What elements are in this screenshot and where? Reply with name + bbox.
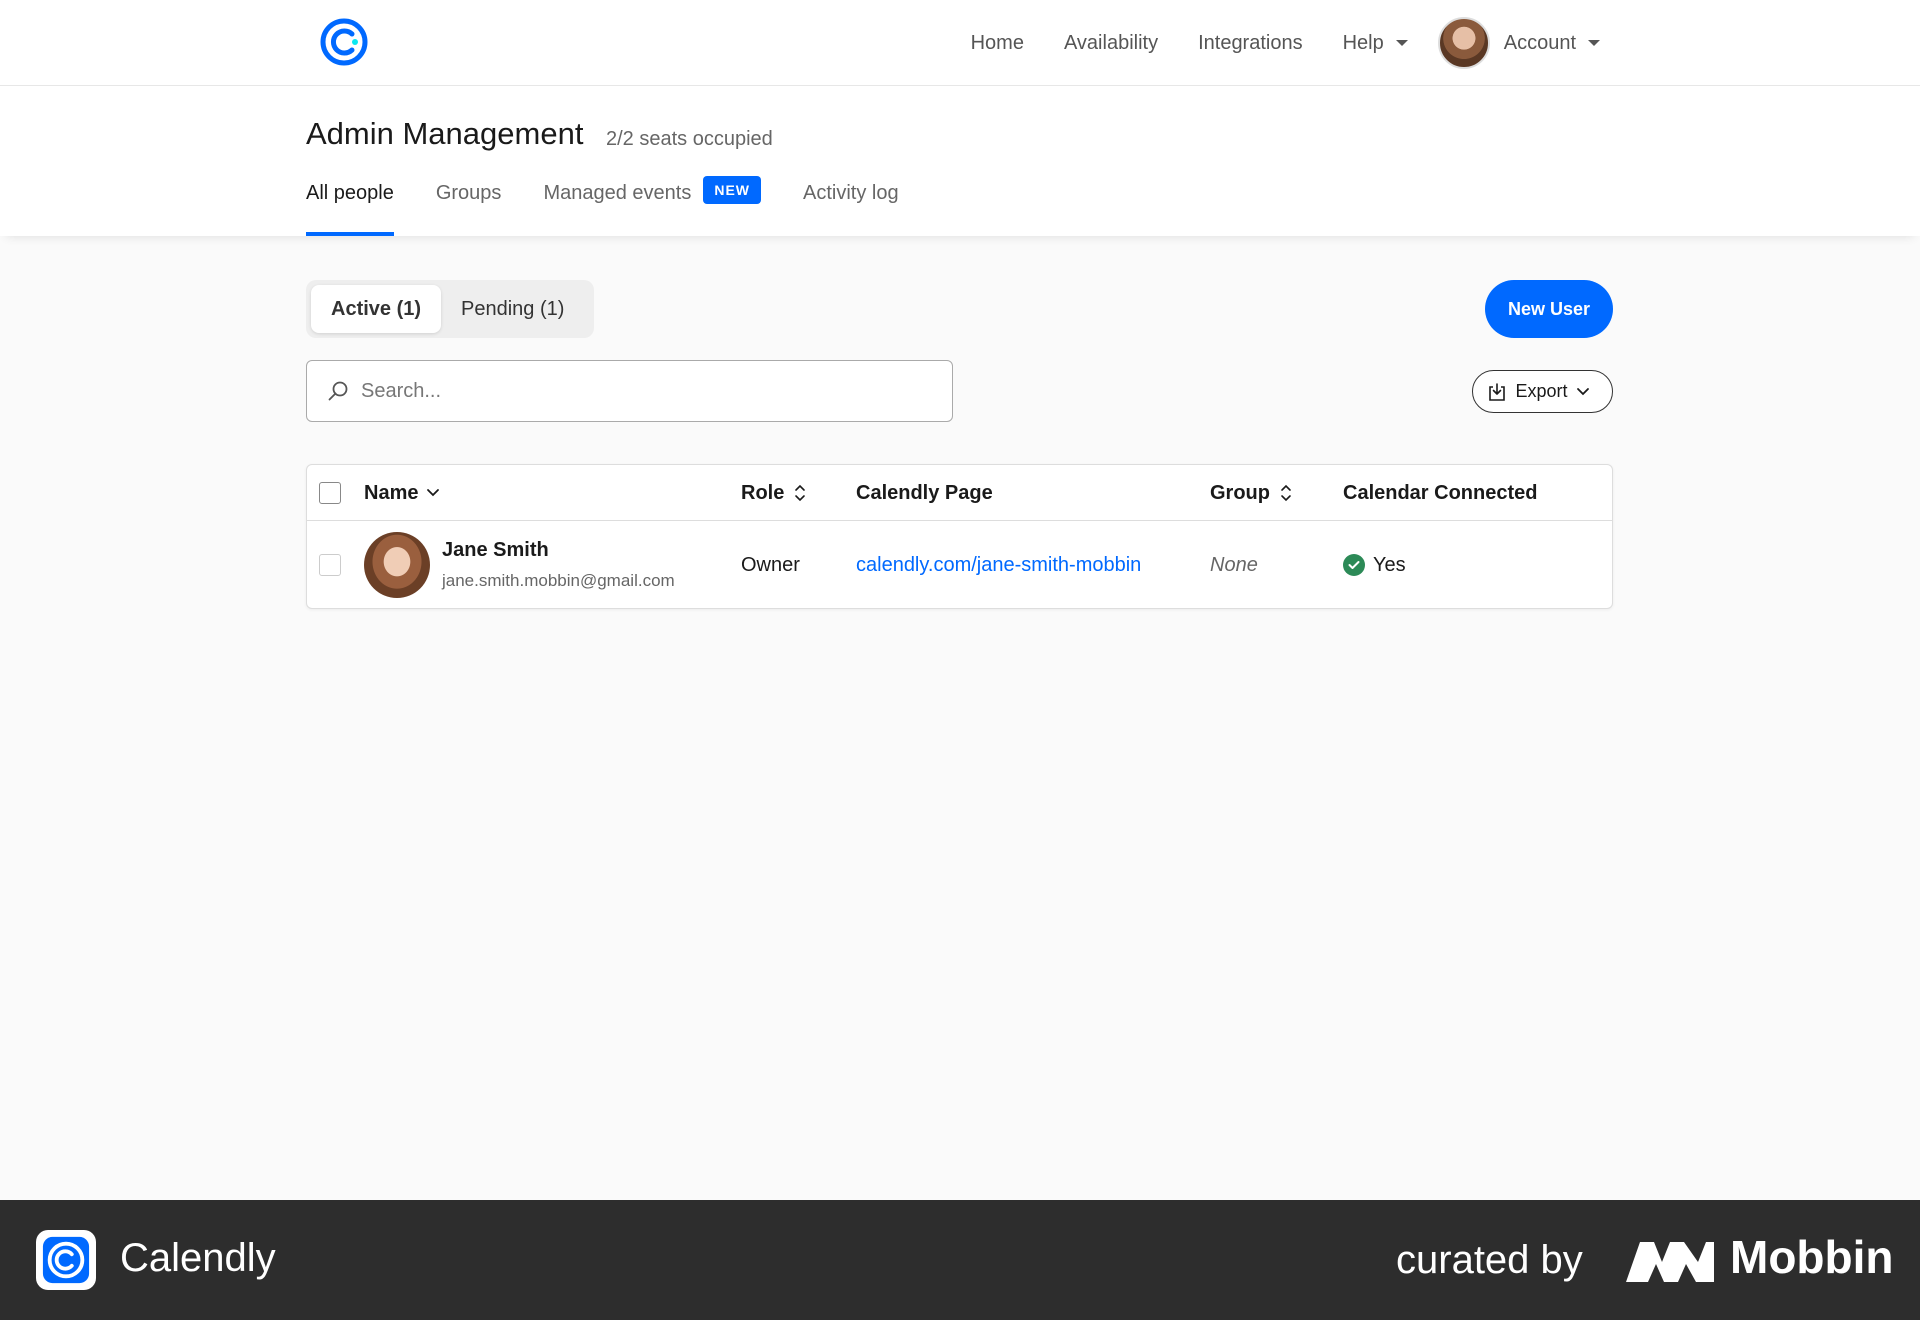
nav-integrations-label: Integrations	[1198, 31, 1303, 54]
column-role-label: Role	[741, 481, 785, 504]
user-group: None	[1210, 553, 1258, 576]
account-menu[interactable]: Account	[1437, 17, 1600, 69]
search-input[interactable]	[361, 379, 921, 403]
tab-groups-label: Groups	[435, 182, 502, 204]
calendar-connected-value: Yes	[1373, 553, 1406, 576]
tab-managed-events[interactable]: Managed events NEW	[543, 176, 761, 236]
nav-links: Home Availability Integrations Help Acco…	[931, 0, 1600, 86]
page-header: Admin Management 2/2 seats occupied All …	[0, 86, 1920, 236]
new-user-button[interactable]: New User	[1485, 280, 1613, 338]
curated-by: curated by	[1396, 1238, 1583, 1282]
people-table: Name Role Calendly Page Group Calendar C…	[306, 464, 1613, 609]
table-row[interactable]: Jane Smith jane.smith.mobbin@gmail.com O…	[307, 521, 1612, 609]
column-group-label: Group	[1210, 481, 1270, 504]
search-icon	[328, 381, 348, 401]
footer: Calendly curated by Mobbin	[0, 1200, 1920, 1320]
seats-occupied: 2/2 seats occupied	[606, 128, 773, 150]
page-title: Admin Management	[306, 116, 584, 151]
caret-down-icon	[1395, 40, 1408, 46]
calendly-app-icon	[36, 1230, 96, 1290]
column-role[interactable]: Role	[741, 465, 806, 521]
export-icon	[1489, 382, 1506, 401]
new-badge: NEW	[703, 176, 761, 204]
select-all-checkbox[interactable]	[319, 482, 341, 504]
calendly-page-link[interactable]: calendly.com/jane-smith-mobbin	[856, 521, 1141, 609]
column-calendly-page-label: Calendly Page	[856, 481, 993, 504]
mobbin-logo-icon	[1626, 1242, 1714, 1282]
column-name[interactable]: Name	[364, 465, 440, 521]
nav-availability[interactable]: Availability	[1064, 32, 1158, 55]
sort-icon	[1281, 484, 1291, 502]
column-calendly-page: Calendly Page	[856, 465, 993, 521]
chevron-down-icon	[427, 489, 440, 497]
user-role: Owner	[741, 553, 800, 576]
calendly-logo-icon[interactable]	[318, 16, 370, 68]
search-box	[306, 360, 953, 422]
column-calendar-connected-label: Calendar Connected	[1343, 481, 1538, 504]
nav-help-label: Help	[1342, 31, 1384, 54]
mobbin-wordmark: Mobbin	[1730, 1231, 1894, 1283]
column-calendar-connected: Calendar Connected	[1343, 465, 1537, 521]
avatar	[1437, 17, 1490, 69]
status-segmented-control: Active (1) Pending (1)	[306, 280, 594, 338]
tab-activity-log[interactable]: Activity log	[803, 182, 899, 236]
check-circle-icon	[1343, 554, 1365, 576]
export-button[interactable]: Export	[1472, 370, 1613, 413]
user-email: jane.smith.mobbin@gmail.com	[442, 571, 675, 590]
sort-icon	[795, 484, 806, 502]
chevron-down-icon	[1576, 387, 1589, 395]
tab-all-people[interactable]: All people	[306, 182, 394, 236]
nav-help[interactable]: Help	[1343, 32, 1408, 55]
row-checkbox[interactable]	[319, 554, 341, 576]
calendly-logo-icon	[42, 1236, 90, 1284]
top-nav: Home Availability Integrations Help Acco…	[0, 0, 1920, 86]
nav-availability-label: Availability	[1063, 31, 1159, 54]
tab-managed-events-label: Managed events	[543, 182, 692, 204]
column-group[interactable]: Group	[1210, 465, 1292, 521]
tab-groups[interactable]: Groups	[436, 182, 502, 236]
segment-pending[interactable]: Pending (1)	[441, 285, 584, 333]
tab-bar: All people Groups Managed events NEW Acti…	[306, 176, 941, 236]
segment-active[interactable]: Active (1)	[311, 285, 442, 333]
table-header: Name Role Calendly Page Group Calendar C…	[307, 465, 1612, 521]
nav-home-label: Home	[970, 31, 1024, 54]
export-label: Export	[1515, 381, 1568, 401]
avatar	[364, 532, 430, 598]
column-name-label: Name	[364, 481, 419, 504]
calendar-connected: Yes	[1343, 521, 1406, 609]
account-label: Account	[1503, 31, 1576, 54]
caret-down-icon	[1588, 40, 1600, 46]
tab-activity-log-label: Activity log	[803, 182, 899, 204]
nav-integrations[interactable]: Integrations	[1198, 32, 1303, 55]
footer-brand: Calendly	[120, 1236, 276, 1280]
tab-all-people-label: All people	[306, 182, 394, 204]
nav-home[interactable]: Home	[971, 32, 1024, 55]
user-name: Jane Smith	[442, 539, 549, 561]
